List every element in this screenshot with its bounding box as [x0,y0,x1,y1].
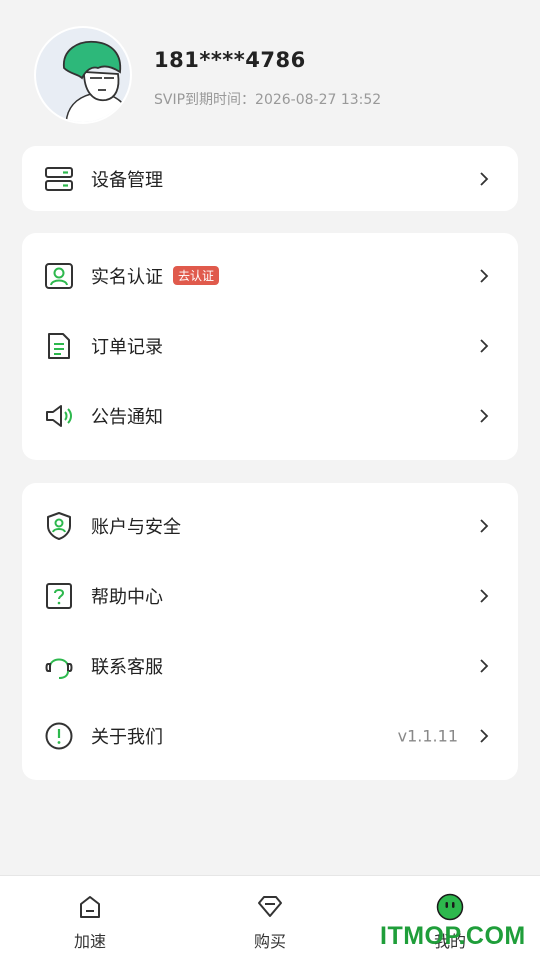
menu-item-label: 帮助中心 [91,587,163,608]
tab-purchase[interactable]: 购买 [180,876,360,960]
diamond-icon [258,896,282,917]
info-icon [45,722,73,750]
svip-expire-value: 2026-08-27 13:52 [255,92,382,108]
tab-accelerate[interactable]: 加速 [0,876,180,960]
chevron-right-icon [480,589,489,603]
help-icon [46,583,72,609]
shield-icon [47,512,71,540]
device-icon [45,166,73,191]
menu-item-security[interactable]: 账户与安全 [22,491,518,561]
chevron-right-icon [480,409,489,423]
verify-badge[interactable]: 去认证 [173,266,220,285]
chevron-right-icon [480,171,489,186]
speaker-icon [46,405,72,427]
chevron-right-icon [480,339,489,353]
chevron-right-icon [480,519,489,533]
menu-item-realname[interactable]: 实名认证 去认证 [22,241,518,311]
avatar[interactable] [34,26,132,124]
chevron-right-icon [480,729,489,743]
tab-label: 加速 [73,932,106,951]
home-icon [80,896,100,918]
card-device: 设备管理 [22,146,518,211]
chevron-right-icon [480,659,489,673]
headset-icon [45,658,73,679]
phone-number: 181****4786 [154,48,306,72]
chevron-right-icon [480,269,489,283]
menu-item-service[interactable]: 联系客服 [22,631,518,701]
menu-item-label: 账户与安全 [91,517,181,538]
menu-item-notices[interactable]: 公告通知 [22,381,518,451]
menu-item-orders[interactable]: 订单记录 [22,311,518,381]
menu-item-help[interactable]: 帮助中心 [22,561,518,631]
menu-item-label: 订单记录 [91,337,163,358]
id-card-icon [45,263,73,289]
svip-expire-label: SVIP到期时间： [154,92,256,108]
menu-item-label: 关于我们 [91,727,163,748]
card-support: 账户与安全 帮助中心 联系客服 关于我们 v1.1.11 [22,483,518,780]
profile-header: 181****4786 SVIP到期时间：2026-08-27 13:52 [34,26,514,124]
menu-item-label: 公告通知 [91,407,163,428]
document-icon [48,333,70,359]
app-version: v1.1.11 [397,726,458,746]
card-account-records: 实名认证 去认证 订单记录 公告通知 [22,233,518,460]
menu-item-label: 实名认证 去认证 [91,263,220,289]
menu-item-label: 设备管理 [91,169,163,191]
svip-expire: SVIP到期时间：2026-08-27 13:52 [154,89,381,109]
tab-label: 购买 [253,932,286,951]
menu-item-label-text: 实名认证 [91,267,163,288]
menu-item-about[interactable]: 关于我们 v1.1.11 [22,701,518,771]
watermark: ITMOP.COM [380,922,526,950]
face-icon [436,893,464,921]
menu-item-device[interactable]: 设备管理 [22,146,518,211]
menu-item-label: 联系客服 [91,657,163,678]
